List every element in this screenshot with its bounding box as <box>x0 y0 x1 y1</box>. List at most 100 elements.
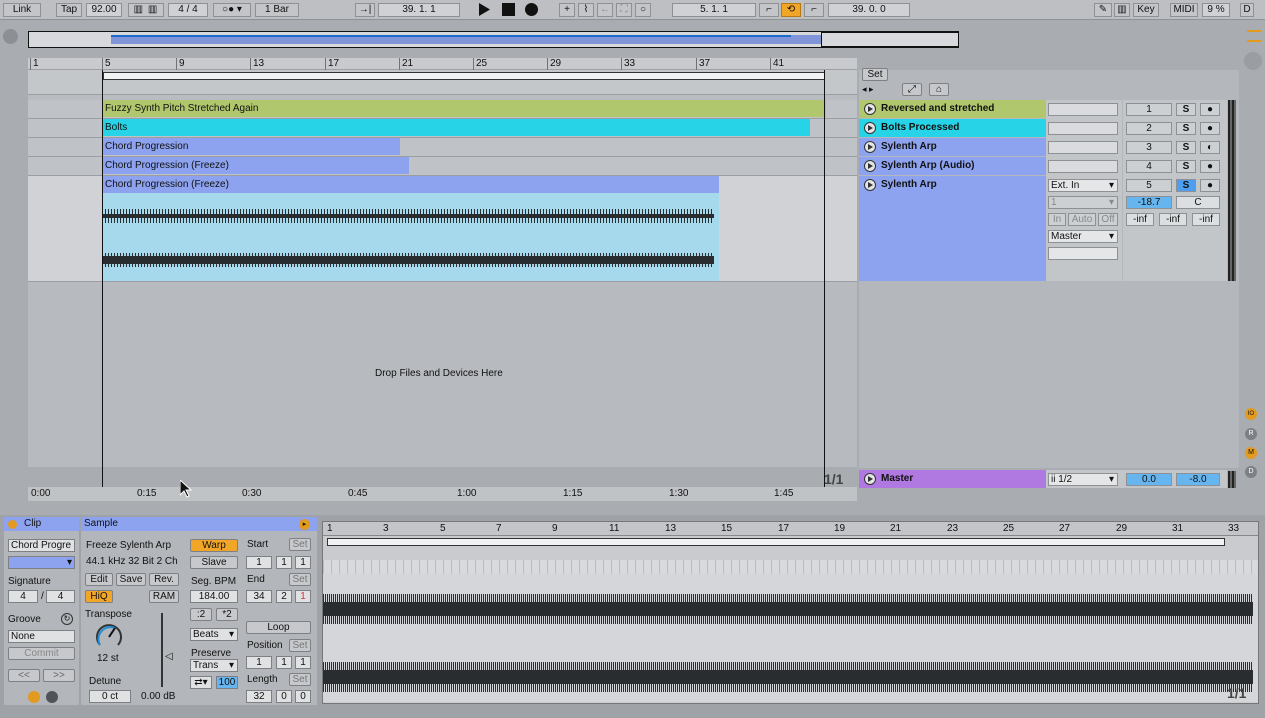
input-slot[interactable] <box>1048 122 1118 135</box>
master-volume-field[interactable]: 0.0 <box>1126 473 1172 486</box>
track-header[interactable]: Sylenth Arp <box>859 176 1046 281</box>
record-icon[interactable] <box>525 3 538 16</box>
loop-button[interactable]: Loop <box>246 621 311 634</box>
track-header[interactable]: Sylenth Arp (Audio) <box>859 157 1046 175</box>
half-tempo-button[interactable]: :2 <box>190 608 212 621</box>
key-map-button[interactable]: Key <box>1133 3 1159 17</box>
link-button[interactable]: Link <box>3 3 41 17</box>
draw-mode-icon[interactable]: ✎ <box>1094 3 1112 17</box>
master-play-icon[interactable] <box>864 473 876 485</box>
play-icon[interactable] <box>478 3 491 16</box>
beat-ruler[interactable]: 1 5 9 13 17 21 25 29 33 37 41 <box>28 58 857 70</box>
track-header[interactable]: Reversed and stretched <box>859 100 1046 118</box>
start-set-button[interactable]: Set <box>289 538 311 551</box>
end-bar-field[interactable]: 34 <box>246 590 272 603</box>
clip[interactable]: Chord Progression <box>102 138 400 155</box>
arrangement-position[interactable]: 39. 1. 1 <box>378 3 460 17</box>
nudge-buttons[interactable]: ▥ ▥ <box>128 3 164 17</box>
capture-icon[interactable]: ⛶ <box>616 3 632 17</box>
length-set-button[interactable]: Set <box>289 673 311 686</box>
track-activator[interactable]: 3 <box>1126 141 1172 154</box>
arm-record-icon[interactable]: ● <box>1200 122 1220 135</box>
set-locator-button[interactable]: Set <box>862 68 888 81</box>
reverse-button[interactable]: Rev. <box>149 573 179 586</box>
groove-hot-swap-icon[interactable]: ↻ <box>61 613 73 625</box>
computer-keyboard-icon[interactable]: ▥ <box>1114 3 1130 17</box>
input-slot[interactable] <box>1048 103 1118 116</box>
warp-mode-menu[interactable]: Beats ▾ <box>190 628 238 641</box>
arrangement-view[interactable]: Fuzzy Synth Pitch Stretched Again Bolts … <box>28 70 857 490</box>
input-slot[interactable] <box>1048 160 1118 173</box>
arm-record-icon[interactable]: ● <box>1200 160 1220 173</box>
loop-mode-menu[interactable]: ⇄▾ <box>190 676 212 689</box>
next-clip-button[interactable]: >> <box>43 669 75 682</box>
returns-toggle-icon[interactable]: R <box>1245 428 1257 440</box>
start-beat-field[interactable]: 1 <box>276 556 292 569</box>
tap-button[interactable]: Tap <box>56 3 82 17</box>
seg-bpm-field[interactable]: 184.00 <box>190 590 238 603</box>
end-beat-field[interactable]: 2 <box>276 590 292 603</box>
clip-name-field[interactable]: Chord Progre <box>8 539 75 552</box>
gain-slider-track[interactable] <box>161 613 163 687</box>
arrangement-overview[interactable] <box>28 31 959 48</box>
locator-nav-icons[interactable]: ◂ ▸ <box>862 84 874 95</box>
clip[interactable]: Bolts <box>102 119 810 136</box>
time-signature-field[interactable]: 4 / 4 <box>168 3 208 17</box>
monitor-off-button[interactable]: Off <box>1098 213 1118 226</box>
stop-icon[interactable] <box>502 3 515 16</box>
overdub-icon[interactable]: + <box>559 3 575 17</box>
clip[interactable]: Chord Progression (Freeze) <box>102 176 719 193</box>
follow-icon[interactable]: →| <box>355 3 375 17</box>
clip[interactable]: Chord Progression (Freeze) <box>102 157 409 174</box>
tempo-field[interactable]: 92.00 <box>86 3 122 17</box>
mixer-toggle-icon[interactable]: M <box>1245 447 1257 459</box>
browser-toggle-icon[interactable] <box>3 29 18 44</box>
transpose-knob[interactable] <box>95 623 123 651</box>
length-sixteenth-field[interactable]: 0 <box>295 690 311 703</box>
envelope-ratio-field[interactable]: 100 <box>216 676 238 689</box>
position-set-button[interactable]: Set <box>289 639 311 652</box>
arm-record-icon[interactable]: ● <box>1200 103 1220 116</box>
solo-button[interactable]: S <box>1176 103 1196 116</box>
overview-toggle-icon[interactable] <box>1247 30 1261 42</box>
start-sixteenth-field[interactable]: 1 <box>295 556 311 569</box>
track-arm-play-icon[interactable] <box>864 103 876 115</box>
monitor-auto-button[interactable]: Auto <box>1068 213 1096 226</box>
audio-waveform[interactable] <box>102 193 719 281</box>
input-slot[interactable] <box>1048 141 1118 154</box>
warp-button[interactable]: Warp <box>190 539 238 552</box>
solo-button[interactable]: S <box>1176 160 1196 173</box>
clip-color-menu[interactable]: ▾ <box>8 556 75 569</box>
delay-toggle-icon[interactable]: D <box>1245 466 1257 478</box>
loop-length-field[interactable]: 39. 0. 0 <box>828 3 910 17</box>
cue-out-menu[interactable]: ii 1/2 ▾ <box>1048 473 1118 486</box>
signature-numerator[interactable]: 4 <box>8 590 38 603</box>
track-lane[interactable]: Chord Progression <box>28 138 857 157</box>
commit-button[interactable]: Commit <box>8 647 75 660</box>
length-bar-field[interactable]: 32 <box>246 690 272 703</box>
slave-button[interactable]: Slave <box>190 556 238 569</box>
track-lane[interactable]: Chord Progression (Freeze) <box>28 157 857 176</box>
track-arm-play-icon[interactable] <box>864 160 876 172</box>
sample-ruler[interactable]: 1 3 5 7 9 11 13 15 17 19 21 23 25 27 29 … <box>323 522 1258 536</box>
groove-menu[interactable]: None <box>8 630 75 643</box>
track-activator[interactable]: 1 <box>1126 103 1172 116</box>
session-record-icon[interactable]: ○ <box>635 3 651 17</box>
track-activator[interactable]: 5 <box>1126 179 1172 192</box>
pan-field[interactable]: C <box>1176 196 1220 209</box>
solo-button[interactable]: S <box>1176 141 1196 154</box>
overview-viewport[interactable] <box>821 32 959 47</box>
input-type-menu[interactable]: Ext. In ▾ <box>1048 179 1118 192</box>
sample-panel-arrow-icon[interactable]: ▸ <box>299 519 310 530</box>
volume-field[interactable]: -18.7 <box>1126 196 1172 209</box>
track-arm-play-icon[interactable] <box>864 141 876 153</box>
position-bar-field[interactable]: 1 <box>246 656 272 669</box>
punch-in-icon[interactable]: ⌐ <box>759 3 779 17</box>
cue-volume-field[interactable]: -8.0 <box>1176 473 1220 486</box>
preserve-menu[interactable]: Trans ▾ <box>190 659 238 672</box>
ram-button[interactable]: RAM <box>149 590 179 603</box>
warp-marker-lane[interactable] <box>323 560 1258 574</box>
quantize-menu[interactable]: 1 Bar <box>255 3 299 17</box>
monitor-in-button[interactable]: In <box>1048 213 1066 226</box>
output-menu[interactable]: Master ▾ <box>1048 230 1118 243</box>
